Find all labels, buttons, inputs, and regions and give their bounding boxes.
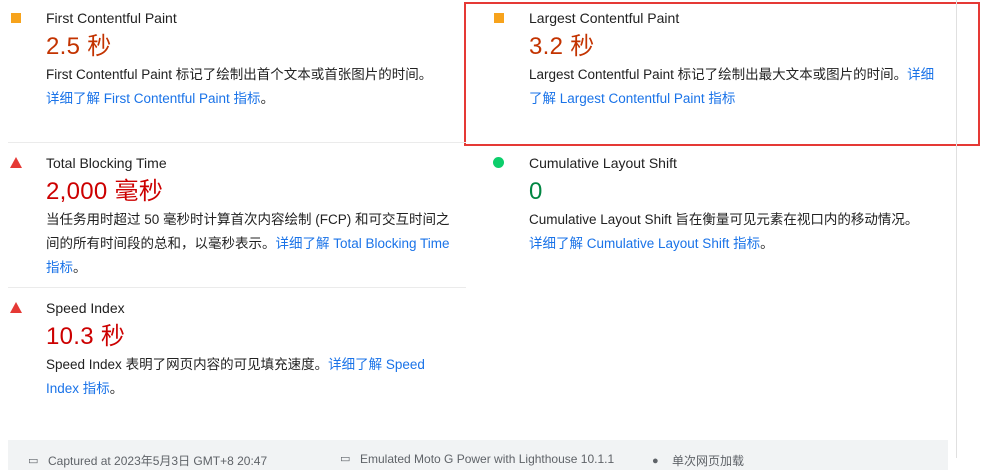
metric-description: Cumulative Layout Shift 旨在衡量可见元素在视口内的移动情…	[529, 208, 941, 256]
metric-description: Speed Index 表明了网页内容的可见填充速度。详细了解 Speed In…	[46, 353, 453, 401]
footer-device-text: Emulated Moto G Power with Lighthouse 10…	[360, 452, 615, 466]
calendar-icon: ▭	[28, 454, 39, 467]
metric-description-text: Speed Index 表明了网页内容的可见填充速度。	[46, 357, 329, 372]
metric-value: 0	[529, 178, 543, 205]
highlight-box	[464, 2, 980, 146]
metric-description-text: First Contentful Paint 标记了绘制出首个文本或首张图片的时…	[46, 67, 433, 82]
metric-title: Cumulative Layout Shift	[529, 155, 677, 171]
learn-more-link[interactable]: 详细了解 Cumulative Layout Shift 指标	[529, 236, 760, 251]
metric-value: 2.5 秒	[46, 33, 112, 60]
fail-triangle-icon	[8, 155, 24, 171]
metric-speed-index: Speed Index 10.3 秒 Speed Index 表明了网页内容的可…	[8, 298, 453, 401]
average-square-icon	[8, 10, 24, 26]
link-suffix: 。	[109, 381, 124, 396]
metric-description: First Contentful Paint 标记了绘制出首个文本或首张图片的时…	[46, 63, 458, 111]
metric-description: 当任务用时超过 50 毫秒时计算首次内容绘制 (FCP) 和可交互时间之间的所有…	[46, 208, 453, 280]
pass-circle-icon	[491, 155, 507, 171]
footer-device: ▭ Emulated Moto G Power with Lighthouse …	[340, 452, 614, 466]
footer-load-text: 单次网页加载	[672, 454, 745, 468]
metric-value: 10.3 秒	[46, 323, 126, 350]
metric-description-text: Cumulative Layout Shift 旨在衡量可见元素在视口内的移动情…	[529, 212, 919, 227]
metric-title: First Contentful Paint	[46, 10, 177, 26]
metric-total-blocking-time: Total Blocking Time 2,000 毫秒 当任务用时超过 50 …	[8, 153, 453, 280]
metric-title: Total Blocking Time	[46, 155, 167, 171]
device-icon: ▭	[340, 453, 351, 465]
metric-title: Speed Index	[46, 300, 125, 316]
footer-captured-text: Captured at 2023年5月3日 GMT+8 20:47	[48, 454, 268, 468]
link-suffix: 。	[760, 236, 774, 251]
fail-triangle-icon	[8, 300, 24, 316]
footer-captured: ▭ Captured at 2023年5月3日 GMT+8 20:47	[28, 452, 267, 469]
footer-load: ● 单次网页加载	[652, 452, 744, 469]
metric-first-contentful-paint: First Contentful Paint 2.5 秒 First Conte…	[8, 8, 458, 111]
report-footer: ▭ Captured at 2023年5月3日 GMT+8 20:47 ▭ Em…	[8, 440, 948, 470]
divider	[8, 142, 466, 143]
link-suffix: 。	[260, 91, 275, 106]
person-icon: ●	[652, 454, 659, 467]
metric-value: 2,000 毫秒	[46, 178, 164, 205]
right-edge-line	[956, 0, 957, 458]
learn-more-link[interactable]: 详细了解 First Contentful Paint 指标	[46, 91, 261, 106]
divider	[8, 287, 466, 288]
link-suffix: 。	[73, 260, 87, 275]
metric-cumulative-layout-shift: Cumulative Layout Shift 0 Cumulative Lay…	[491, 153, 941, 256]
